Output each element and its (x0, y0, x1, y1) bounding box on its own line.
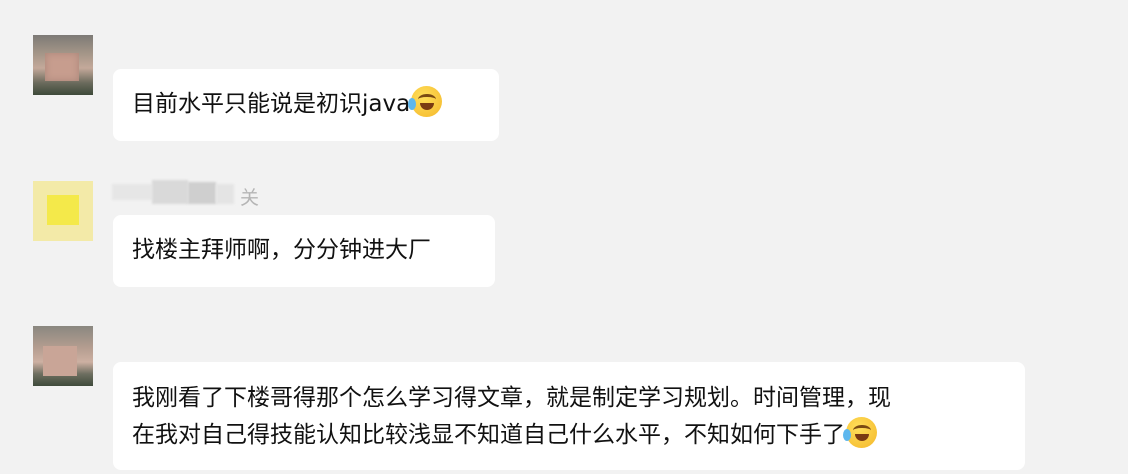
message-text: 找楼主拜师啊，分分钟进大厂 (132, 237, 431, 263)
message-bubble: 我刚看了下楼哥得那个怎么学习得文章，就是制定学习规划。时间管理，现 在我对自己得… (113, 362, 1025, 470)
avatar[interactable] (33, 326, 93, 386)
face-with-tears-of-joy-icon (843, 417, 877, 448)
avatar[interactable] (33, 181, 93, 241)
message-bubble: 找楼主拜师啊，分分钟进大厂 (113, 215, 495, 287)
message-text-line: 我刚看了下楼哥得那个怎么学习得文章，就是制定学习规划。时间管理，现 (132, 385, 891, 411)
message-bubble: 目前水平只能说是初识java (113, 69, 499, 141)
avatar[interactable] (33, 35, 93, 95)
message-text: 目前水平只能说是初识java (132, 91, 411, 117)
sender-name-blurred (112, 180, 240, 206)
sender-name-suffix: 关 (240, 187, 260, 209)
message-text-line: 在我对自己得技能认知比较浅显不知道自己什么水平，不知如何下手了 (132, 422, 845, 448)
face-with-tears-of-joy-icon (408, 86, 443, 117)
